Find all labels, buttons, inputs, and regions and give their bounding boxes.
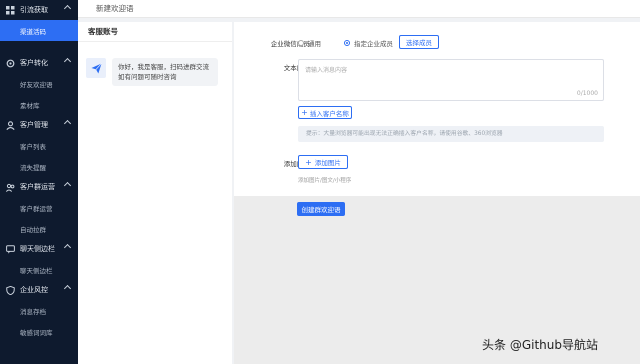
radio-all[interactable]: 通用 (298, 38, 321, 48)
gear-icon (6, 59, 15, 68)
sidebar-item-customer-list[interactable]: 客户列表 (0, 135, 78, 156)
chevron-up-icon (63, 119, 72, 128)
shield-icon (6, 285, 15, 295)
chevron-up-icon (63, 284, 72, 293)
select-member-button[interactable]: 选择成员 (399, 35, 439, 49)
radio-circle-checked (344, 40, 350, 46)
preview-title: 客服账号 (78, 22, 232, 42)
radio-specific-label: 指定企业成员 (354, 40, 393, 48)
tip-banner: 提示：大量浏览器可能出现无法正确插入客户名称，请使用谷歌、360浏览器 (298, 126, 604, 142)
page-title: 新建欢迎语 (96, 4, 134, 13)
sidebar-section-risk[interactable]: 企业风控 (0, 280, 78, 300)
sidebar: 引流获取 渠道活码 客户转化 好友欢迎语 素材库 客户管理 客户列表 流失提醒 … (0, 0, 78, 364)
chat-icon (6, 244, 15, 254)
radio-all-label: 通用 (308, 40, 321, 48)
plus-icon: + (301, 108, 308, 117)
chevron-up-icon (63, 57, 72, 66)
chevron-up-icon (63, 243, 72, 252)
message-bubble: 你好，我是客服，扫码进群交流如有问题可随时咨询 (112, 58, 218, 86)
sidebar-item-message-archive[interactable]: 消息存档 (0, 300, 78, 321)
create-button[interactable]: 创建群欢迎语 (297, 202, 345, 216)
insert-name-label: 插入客户名称 (309, 109, 349, 118)
text-placeholder: 请输入消息内容 (305, 67, 348, 74)
sidebar-section-label: 引流获取 (20, 6, 48, 14)
chevron-up-icon (63, 181, 72, 190)
sidebar-item-chat-sidebar[interactable]: 聊天侧边栏 (0, 259, 78, 280)
user-icon (6, 120, 15, 130)
sidebar-item-auto-group[interactable]: 自动拉群 (0, 218, 78, 239)
watermark: 头条 @Github导航站 (482, 338, 598, 352)
avatar (86, 58, 106, 78)
send-icon (90, 62, 102, 74)
add-image-button[interactable]: + 添加图片 (298, 155, 348, 169)
sidebar-item-churn-alert[interactable]: 流失提醒 (0, 156, 78, 177)
preview-panel: 客服账号 你好，我是客服，扫码进群交流如有问题可随时咨询 (78, 22, 232, 364)
sidebar-section-acquire[interactable]: 引流获取 (0, 0, 78, 20)
radio-circle (298, 40, 304, 46)
sidebar-section-convert[interactable]: 客户转化 (0, 53, 78, 73)
sidebar-item-welcome[interactable]: 好友欢迎语 (0, 73, 78, 94)
sidebar-item-sensitive-words[interactable]: 敏感词词库 (0, 321, 78, 342)
preview-message: 你好，我是客服，扫码进群交流如有问题可随时咨询 (86, 58, 218, 86)
insert-name-button[interactable]: + 插入客户名称 (298, 106, 352, 119)
sidebar-item-group-ops[interactable]: 客户群运营 (0, 197, 78, 218)
sidebar-section-label: 客户群运营 (20, 183, 55, 191)
sidebar-section-label: 客户转化 (20, 59, 48, 67)
plus-icon: + (305, 157, 312, 167)
sidebar-section-group[interactable]: 客户群运营 (0, 177, 78, 197)
sidebar-section-label: 企业风控 (20, 286, 48, 294)
sidebar-section-chat[interactable]: 聊天侧边栏 (0, 239, 78, 259)
radio-specific[interactable]: 指定企业成员 (344, 38, 393, 48)
char-counter: 0/1000 (576, 90, 598, 97)
attach-hint: 添加图片/图文/小程序 (298, 178, 352, 184)
chevron-up-icon (63, 4, 72, 13)
group-icon (5, 183, 15, 192)
sidebar-item-channel-code[interactable]: 渠道活码 (0, 20, 78, 41)
form-panel: 企业微信成员: 通用 指定企业成员 选择成员 文本内容: 请输入消息内容 0/1… (234, 22, 640, 196)
page-header: 新建欢迎语 (78, 0, 640, 18)
sidebar-section-label: 聊天侧边栏 (20, 245, 55, 253)
sidebar-section-customer[interactable]: 客户管理 (0, 115, 78, 135)
grid-icon (6, 5, 15, 15)
add-image-label: 添加图片 (314, 159, 341, 167)
sidebar-item-materials[interactable]: 素材库 (0, 94, 78, 115)
sidebar-section-label: 客户管理 (20, 121, 48, 129)
text-content-input[interactable]: 请输入消息内容 0/1000 (298, 59, 604, 101)
